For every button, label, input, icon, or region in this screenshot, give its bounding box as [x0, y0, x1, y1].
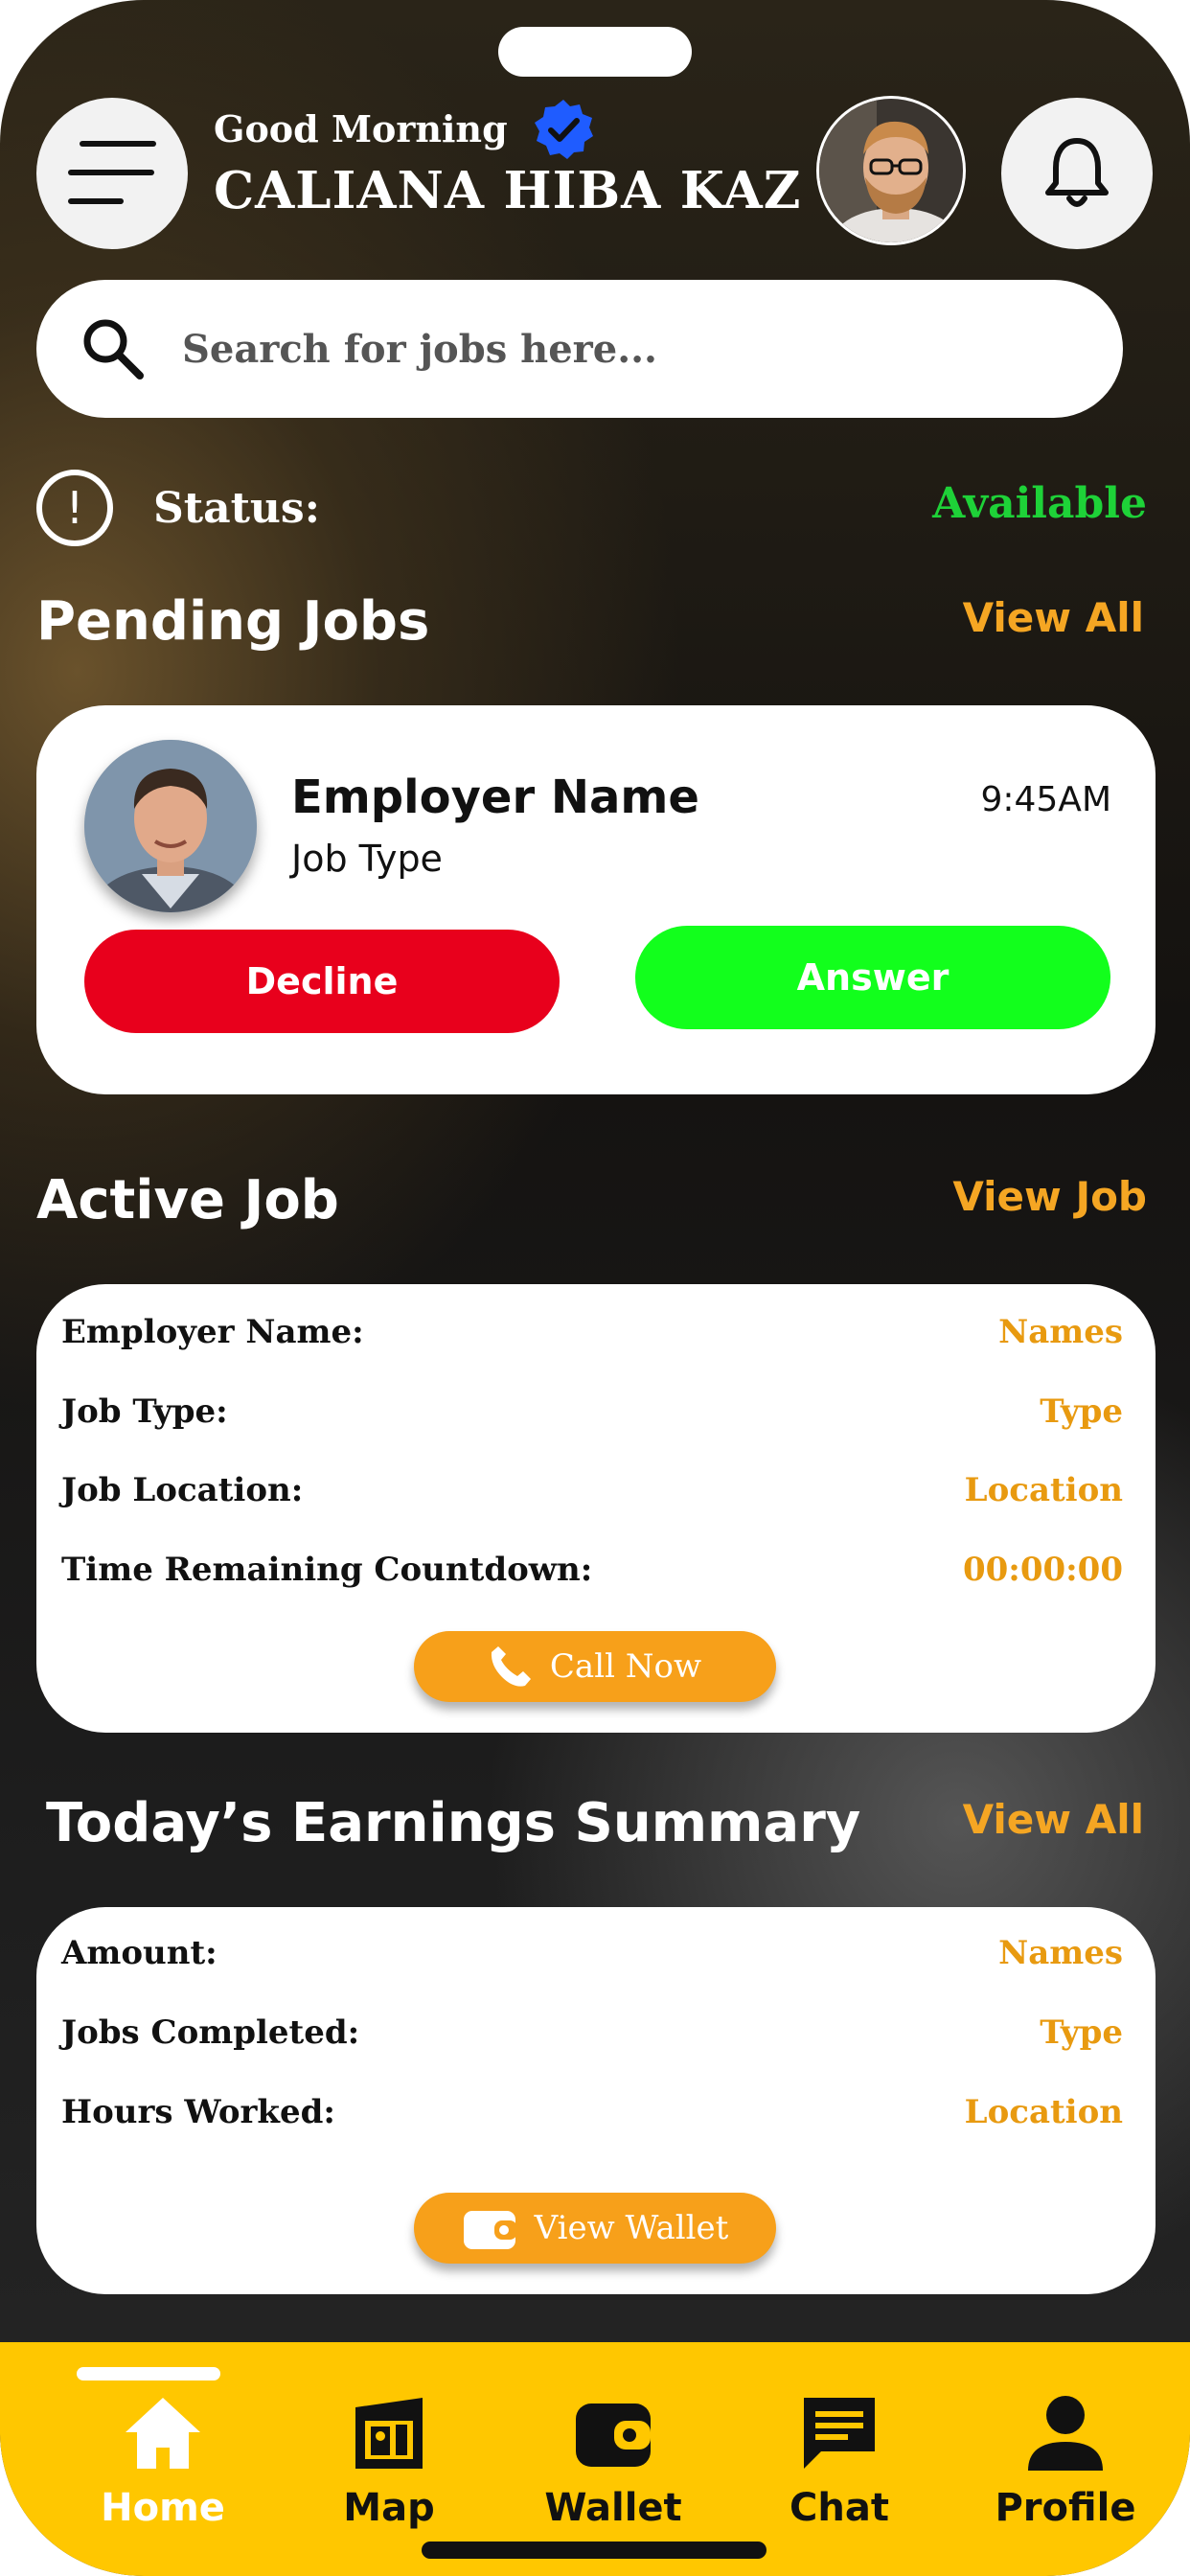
menu-button[interactable]	[36, 98, 188, 249]
verified-badge-icon	[535, 100, 593, 159]
greeting-text: Good Morning	[214, 107, 508, 150]
active-row-countdown: Time Remaining Countdown: 00:00:00	[61, 1551, 1123, 1589]
nav-label: Map	[343, 2486, 435, 2530]
nav-label: Home	[101, 2486, 225, 2530]
earnings-title: Today’s Earnings Summary	[46, 1792, 861, 1854]
employer-avatar	[84, 740, 257, 912]
nav-label: Chat	[790, 2486, 889, 2530]
nav-item-wallet[interactable]: Wallet	[517, 2390, 709, 2530]
employer-name: Employer Name	[291, 770, 699, 824]
user-name: CALIANA HIBA KAZ	[214, 161, 802, 220]
app-screen: Good Morning CALIANA HIBA KAZ Search for…	[0, 0, 1190, 2576]
view-job-link[interactable]: View Job	[952, 1173, 1147, 1220]
active-job-title: Active Job	[36, 1169, 339, 1231]
answer-button[interactable]: Answer	[635, 926, 1110, 1029]
earn-row-hours-worked: Hours Worked: Location	[61, 2093, 1123, 2131]
nav-item-map[interactable]: Map	[293, 2390, 485, 2530]
row-key: Time Remaining Countdown:	[61, 1551, 593, 1589]
row-key: Jobs Completed:	[61, 2013, 360, 2052]
row-value: 00:00:00	[962, 1551, 1123, 1589]
row-value: Names	[998, 1313, 1123, 1351]
home-icon	[126, 2398, 200, 2469]
employer-photo	[84, 740, 257, 912]
row-key: Employer Name:	[61, 1313, 364, 1351]
view-wallet-button[interactable]: View Wallet	[414, 2193, 776, 2264]
pending-jobs-view-all[interactable]: View All	[963, 594, 1144, 641]
row-key: Job Type:	[61, 1392, 228, 1431]
earn-row-jobs-completed: Jobs Completed: Type	[61, 2013, 1123, 2052]
map-icon	[355, 2398, 423, 2469]
nav-item-home[interactable]: Home	[67, 2390, 259, 2530]
earnings-view-all[interactable]: View All	[963, 1796, 1144, 1843]
status-label: Status:	[153, 484, 320, 533]
phone-icon	[491, 1646, 531, 1687]
view-wallet-label: View Wallet	[534, 2209, 729, 2247]
decline-button[interactable]: Decline	[84, 930, 560, 1033]
search-input[interactable]	[182, 326, 1044, 372]
wallet-icon	[463, 2211, 517, 2249]
active-row-location: Job Location: Location	[61, 1471, 1123, 1509]
user-photo	[819, 99, 963, 242]
pending-jobs-title: Pending Jobs	[36, 590, 430, 653]
earn-row-amount: Amount: Names	[61, 1934, 1123, 1972]
active-row-job-type: Job Type: Type	[61, 1392, 1123, 1431]
call-now-label: Call Now	[549, 1647, 702, 1686]
nav-label: Wallet	[544, 2486, 682, 2530]
nav-item-profile[interactable]: Profile	[970, 2390, 1161, 2530]
nav-item-chat[interactable]: Chat	[744, 2390, 935, 2530]
active-job-card: Employer Name: Names Job Type: Type Job …	[36, 1284, 1156, 1733]
job-time: 9:45AM	[980, 780, 1111, 819]
user-avatar[interactable]	[816, 96, 966, 245]
nav-label: Profile	[995, 2486, 1136, 2530]
status-info-icon: !	[36, 470, 113, 546]
profile-icon	[1028, 2396, 1103, 2471]
dynamic-island	[498, 27, 692, 77]
call-now-button[interactable]: Call Now	[414, 1631, 776, 1702]
row-value: Names	[998, 1934, 1123, 1972]
home-indicator	[422, 2542, 767, 2559]
wallet-icon	[576, 2404, 651, 2467]
notifications-button[interactable]	[1001, 98, 1153, 249]
bell-icon	[1045, 138, 1109, 207]
row-key: Job Location:	[61, 1471, 304, 1509]
row-key: Hours Worked:	[61, 2093, 335, 2131]
search-bar[interactable]	[36, 280, 1123, 418]
menu-icon	[68, 141, 156, 204]
status-value[interactable]: Available	[932, 479, 1147, 528]
pending-job-card: Employer Name Job Type 9:45AM Decline An…	[36, 705, 1156, 1094]
active-tab-indicator	[77, 2367, 220, 2380]
row-key: Amount:	[61, 1934, 217, 1972]
row-value: Location	[964, 2093, 1123, 2131]
active-row-employer: Employer Name: Names	[61, 1313, 1123, 1351]
search-icon	[83, 319, 144, 380]
earnings-card: Amount: Names Jobs Completed: Type Hours…	[36, 1907, 1156, 2294]
job-type: Job Type	[291, 838, 443, 880]
chat-icon	[804, 2398, 875, 2469]
row-value: Type	[1040, 2013, 1123, 2052]
row-value: Type	[1040, 1392, 1123, 1431]
row-value: Location	[964, 1471, 1123, 1509]
